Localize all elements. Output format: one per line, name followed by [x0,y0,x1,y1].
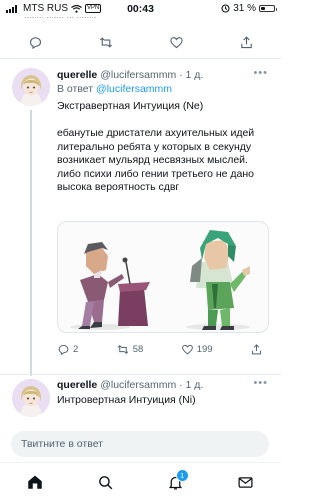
author-name[interactable]: querelle [57,379,97,391]
reply-input[interactable]: Твитните в ответ [11,431,269,457]
reply-input-placeholder: Твитните в ответ [21,438,103,450]
status-bar: MTS RUS VPN 00:43 31 % [0,0,281,17]
tab-home[interactable] [22,469,48,495]
avatar[interactable] [12,379,50,417]
reply-icon[interactable] [28,35,43,50]
author-handle[interactable]: @lucifersammm [100,379,176,391]
share-button[interactable] [250,343,263,356]
retweet-icon [116,343,130,356]
previous-tweet-actions [0,28,281,56]
author-handle[interactable]: @lucifersammm [100,69,176,81]
tab-search[interactable] [92,469,118,495]
tweet-time[interactable]: · 1 д. [179,379,203,391]
signal-icon [6,4,20,13]
notifications-badge: 1 [175,469,189,482]
author-name[interactable]: querelle [57,69,97,81]
reply-to-link[interactable]: @lucifersammm [96,83,172,95]
tweet-text: Экстравертная Интуиция (Ne) ебанутые дри… [57,100,255,193]
retweet-icon[interactable] [98,35,114,50]
tweet[interactable]: querelle @lucifersammm · 1 д. ••• В отве… [0,58,281,376]
more-options-icon[interactable]: ••• [253,67,268,79]
tweet[interactable]: querelle @lucifersammm · 1 д. ••• Интров… [0,374,281,430]
avatar[interactable] [12,68,50,106]
carrier-name: MTS RUS [23,3,68,14]
home-icon [26,473,44,491]
battery-icon [259,5,277,12]
tweet-header: querelle @lucifersammm · 1 д. [57,69,203,81]
like-icon[interactable] [169,35,184,50]
thread-line [30,110,32,376]
mail-icon [237,474,254,491]
bottom-tab-bar: 1 [0,462,281,501]
alarm-icon [221,4,230,13]
reply-button[interactable]: 2 [57,343,78,356]
retweet-button[interactable]: 58 [116,343,144,356]
like-count: 199 [196,344,213,355]
clock: 00:43 [127,2,154,15]
tweet-time[interactable]: · 1 д. [179,69,203,81]
tweet-header: querelle @lucifersammm · 1 д. [57,379,203,391]
tab-messages[interactable] [233,469,259,495]
vpn-indicator: VPN [85,4,102,13]
like-icon [181,343,194,356]
tab-notifications[interactable]: 1 [163,469,189,495]
reply-prefix: В ответ [57,83,94,95]
more-options-icon[interactable]: ••• [253,377,268,389]
search-icon [97,474,114,491]
retweet-count: 58 [132,344,144,355]
share-icon[interactable] [239,35,254,50]
reply-count: 2 [73,344,79,355]
like-button[interactable]: 199 [181,343,213,356]
reply-icon [57,343,70,356]
reply-context: В ответ @lucifersammm [57,83,172,95]
battery-percent: 31 % [233,3,256,14]
share-icon [250,343,263,356]
wifi-icon [71,4,82,13]
tweet-actions: 2 58 199 [57,343,263,356]
tweet-text: Интровертная Интуиция (Ni) [57,394,196,406]
tweet-image[interactable] [57,221,269,333]
